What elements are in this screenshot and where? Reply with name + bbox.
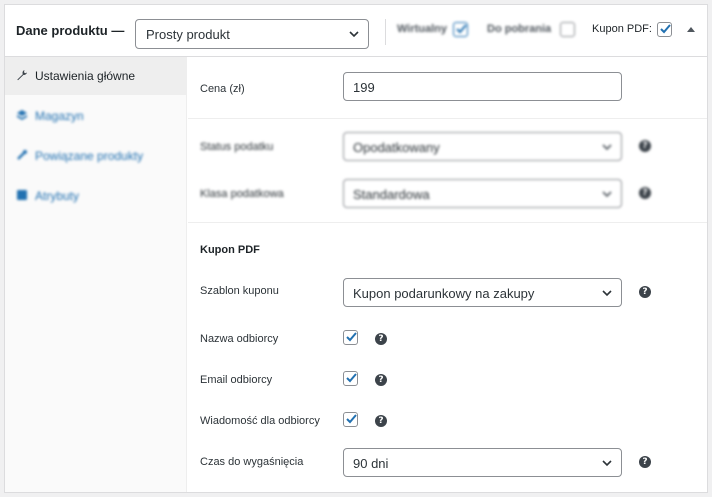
price-value: 199 xyxy=(353,80,375,95)
recipient-message-checkbox[interactable] xyxy=(343,412,358,427)
wrench-icon xyxy=(17,70,27,81)
recipient-name-checkbox[interactable] xyxy=(343,330,358,345)
tax-class-label: Klasa podatkowa xyxy=(200,188,284,200)
recipient-message-label: Wiadomość dla odbiorcy xyxy=(200,415,320,427)
chevron-down-icon xyxy=(602,191,612,198)
chevron-down-icon xyxy=(602,460,612,467)
pdf-coupon-checkbox[interactable] xyxy=(657,22,672,37)
tab-general-label: Ustawienia główne xyxy=(35,69,136,83)
panel-title: Dane produktu — xyxy=(16,23,125,38)
checkmark-icon xyxy=(456,24,467,34)
tab-inventory-label: Magazyn xyxy=(35,109,84,123)
link-icon xyxy=(17,150,27,160)
price-label: Cena (zł) xyxy=(200,83,245,95)
tax-status-select[interactable]: Opodatkowany xyxy=(343,132,622,161)
chevron-down-icon xyxy=(602,144,612,151)
tax-status-label: Status podatku xyxy=(200,141,274,153)
checkmark-icon xyxy=(346,373,357,383)
help-icon[interactable]: ? xyxy=(639,456,651,468)
tax-class-value: Standardowa xyxy=(353,187,430,202)
chevron-down-icon xyxy=(349,31,359,38)
coupon-template-select[interactable]: Kupon podarunkowy na zakupy xyxy=(343,278,622,307)
collapse-toggle-icon[interactable] xyxy=(687,27,695,32)
header-divider xyxy=(385,19,386,45)
tab-attributes-label: Atrybuty xyxy=(35,189,80,203)
virtual-checkbox[interactable] xyxy=(453,22,468,37)
help-icon[interactable]: ? xyxy=(639,140,651,152)
help-icon[interactable]: ? xyxy=(639,286,651,298)
divider xyxy=(188,118,707,119)
checkmark-icon xyxy=(346,332,357,342)
virtual-option-label: Wirtualny xyxy=(397,23,448,35)
recipient-name-label: Nazwa odbiorcy xyxy=(200,333,279,345)
tab-general[interactable]: Ustawienia główne xyxy=(5,57,187,95)
expiry-value: 90 dni xyxy=(353,456,389,471)
product-data-panel: Dane produktu — Prosty produkt Wirtualny… xyxy=(4,4,708,493)
inventory-icon xyxy=(17,110,27,120)
help-icon[interactable]: ? xyxy=(375,333,387,345)
tab-attributes[interactable]: Atrybuty xyxy=(5,177,187,215)
list-icon xyxy=(17,190,27,200)
pdf-coupon-option-label: Kupon PDF: xyxy=(592,23,652,35)
help-icon[interactable]: ? xyxy=(639,187,651,199)
chevron-down-icon xyxy=(602,290,612,297)
general-tab-panel: Cena (zł) 199 Status podatku Opodatkowan… xyxy=(188,57,707,492)
coupon-template-label: Szablon kuponu xyxy=(200,285,279,297)
downloadable-checkbox[interactable] xyxy=(560,22,575,37)
product-data-tabs: Ustawienia główne Magazyn Powiązane prod… xyxy=(5,57,187,492)
tab-linked-products-label: Powiązane produkty xyxy=(35,149,144,163)
tab-linked-products[interactable]: Powiązane produkty xyxy=(5,137,187,175)
tab-inventory[interactable]: Magazyn xyxy=(5,97,187,135)
product-type-value: Prosty produkt xyxy=(146,27,230,42)
expiry-select[interactable]: 90 dni xyxy=(343,448,622,477)
tax-status-value: Opodatkowany xyxy=(353,140,440,155)
product-type-select[interactable]: Prosty produkt xyxy=(135,19,369,49)
panel-header: Dane produktu — Prosty produkt Wirtualny… xyxy=(5,5,707,57)
checkmark-icon xyxy=(346,414,357,424)
recipient-email-checkbox[interactable] xyxy=(343,371,358,386)
pdf-coupon-section-title: Kupon PDF xyxy=(200,244,260,256)
help-icon[interactable]: ? xyxy=(375,415,387,427)
checkmark-icon xyxy=(660,24,671,34)
tax-class-select[interactable]: Standardowa xyxy=(343,179,622,208)
price-input[interactable]: 199 xyxy=(343,72,622,101)
expiry-label: Czas do wygaśnięcia xyxy=(200,456,304,468)
divider xyxy=(188,222,707,223)
coupon-template-value: Kupon podarunkowy na zakupy xyxy=(353,286,535,301)
recipient-email-label: Email odbiorcy xyxy=(200,374,273,386)
help-icon[interactable]: ? xyxy=(375,374,387,386)
downloadable-option-label: Do pobrania xyxy=(487,23,552,35)
